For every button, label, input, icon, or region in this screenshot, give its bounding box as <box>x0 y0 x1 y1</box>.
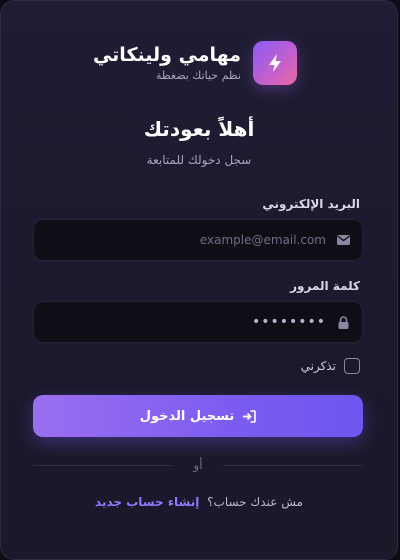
signup-prompt-text: مش عندك حساب؟ <box>207 495 303 509</box>
password-value: •••••••• <box>251 314 326 330</box>
signup-link[interactable]: إنشاء حساب جديد <box>95 495 199 509</box>
signup-prompt: مش عندك حساب؟ إنشاء حساب جديد <box>1 495 397 509</box>
login-card: مهامي ولينكاتي نظم حياتك بضغطة أهلاً بعو… <box>0 0 398 560</box>
brand-logo <box>253 41 297 85</box>
login-button-label: تسجيل الدخول <box>139 408 235 424</box>
brand-tagline: نظم حياتك بضغطة <box>155 69 241 82</box>
page-subtitle: سجل دخولك للمتابعة <box>146 153 252 167</box>
lightning-bolt-icon <box>269 54 281 72</box>
envelope-icon <box>336 233 350 247</box>
remember-checkbox[interactable] <box>344 358 360 374</box>
login-button[interactable]: تسجيل الدخول <box>33 395 363 437</box>
brand-text: مهامي ولينكاتي نظم حياتك بضغطة <box>93 43 241 83</box>
page-title: أهلاً بعودتك <box>143 117 255 141</box>
divider-line-right <box>222 464 363 466</box>
password-label: كلمة المرور <box>290 279 360 293</box>
sign-in-icon <box>242 409 257 423</box>
or-divider: أو <box>32 455 363 475</box>
divider-line-left <box>32 464 174 466</box>
lock-icon <box>336 315 350 329</box>
remember-label: تذكرني <box>300 359 336 373</box>
divider-text: أو <box>193 458 203 472</box>
email-label: البريد الإلكتروني <box>262 197 360 211</box>
password-field[interactable]: •••••••• <box>33 301 363 343</box>
brand-header: مهامي ولينكاتي نظم حياتك بضغطة <box>93 41 297 85</box>
email-field[interactable]: example@email.com <box>33 219 363 261</box>
remember-me[interactable]: تذكرني <box>301 358 360 374</box>
email-placeholder: example@email.com <box>199 233 326 247</box>
brand-name: مهامي ولينكاتي <box>92 44 241 66</box>
